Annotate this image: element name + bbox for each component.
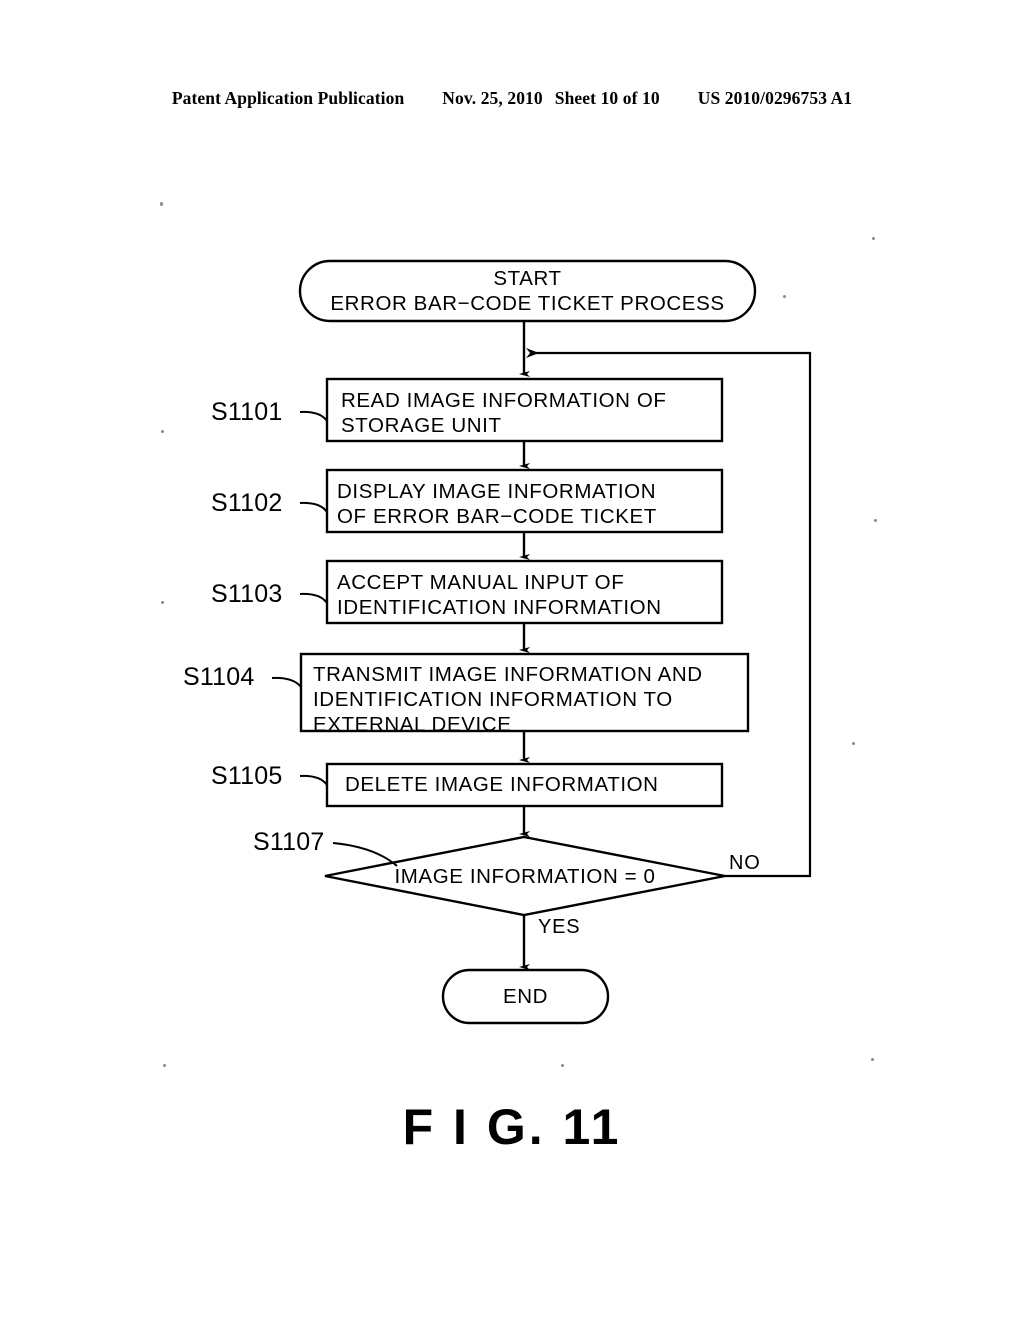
s1103-line-2: IDENTIFICATION INFORMATION xyxy=(337,596,662,619)
scan-speck xyxy=(872,237,875,240)
scan-speck xyxy=(161,601,164,604)
scan-speck xyxy=(160,202,163,206)
step-id-s1107: S1107 xyxy=(253,828,325,856)
start-line-2: ERROR BAR−CODE TICKET PROCESS xyxy=(330,292,725,315)
s1102-line-1: DISPLAY IMAGE INFORMATION xyxy=(337,480,657,503)
step-id-s1101: S1101 xyxy=(211,398,283,426)
scan-speck xyxy=(561,1064,564,1067)
s1107-condition-text: IMAGE INFORMATION = 0 xyxy=(394,865,656,888)
scan-speck xyxy=(874,519,877,522)
scan-speck xyxy=(161,430,164,433)
step-id-s1102: S1102 xyxy=(211,489,283,517)
start-line-1: START xyxy=(493,267,562,290)
s1101-box-label: READ IMAGE INFORMATION OF STORAGE UNIT xyxy=(341,388,667,438)
scan-speck xyxy=(871,1058,874,1061)
s1102-line-2: OF ERROR BAR−CODE TICKET xyxy=(337,505,657,528)
s1104-box-label: TRANSMIT IMAGE INFORMATION AND IDENTIFIC… xyxy=(313,662,703,737)
s1104-line-1: TRANSMIT IMAGE INFORMATION AND xyxy=(313,663,703,686)
scan-speck xyxy=(163,1064,166,1067)
step-id-s1104: S1104 xyxy=(183,663,255,691)
s1105-leader-line xyxy=(299,774,328,786)
figure-caption: F I G. 11 xyxy=(402,1099,622,1155)
s1101-line-1: READ IMAGE INFORMATION OF xyxy=(341,389,667,412)
end-line-1: END xyxy=(502,985,549,1008)
start-terminal-label: START ERROR BAR−CODE TICKET PROCESS xyxy=(300,266,755,316)
s1107-diamond-label: IMAGE INFORMATION = 0 xyxy=(345,864,705,889)
s1105-box-label: DELETE IMAGE INFORMATION xyxy=(345,772,659,797)
s1103-line-1: ACCEPT MANUAL INPUT OF xyxy=(337,571,625,594)
s1104-line-2: IDENTIFICATION INFORMATION TO xyxy=(313,688,673,711)
s1104-line-3: EXTERNAL DEVICE xyxy=(313,713,512,736)
scan-speck xyxy=(783,295,786,298)
branch-label-yes: YES xyxy=(538,916,581,938)
s1103-leader-line xyxy=(299,592,328,604)
s1101-line-2: STORAGE UNIT xyxy=(341,414,502,437)
s1101-leader-line xyxy=(299,410,328,422)
step-id-s1105: S1105 xyxy=(211,762,283,790)
s1103-box-label: ACCEPT MANUAL INPUT OF IDENTIFICATION IN… xyxy=(337,570,662,620)
s1102-leader-line xyxy=(299,501,328,513)
end-terminal-label: END xyxy=(443,984,608,1009)
step-id-s1103: S1103 xyxy=(211,580,283,608)
s1102-box-label: DISPLAY IMAGE INFORMATION OF ERROR BAR−C… xyxy=(337,479,657,529)
s1105-line-1: DELETE IMAGE INFORMATION xyxy=(345,773,659,796)
s1104-leader-line xyxy=(271,676,302,688)
branch-label-no: NO xyxy=(729,852,761,874)
scan-speck xyxy=(852,742,855,745)
